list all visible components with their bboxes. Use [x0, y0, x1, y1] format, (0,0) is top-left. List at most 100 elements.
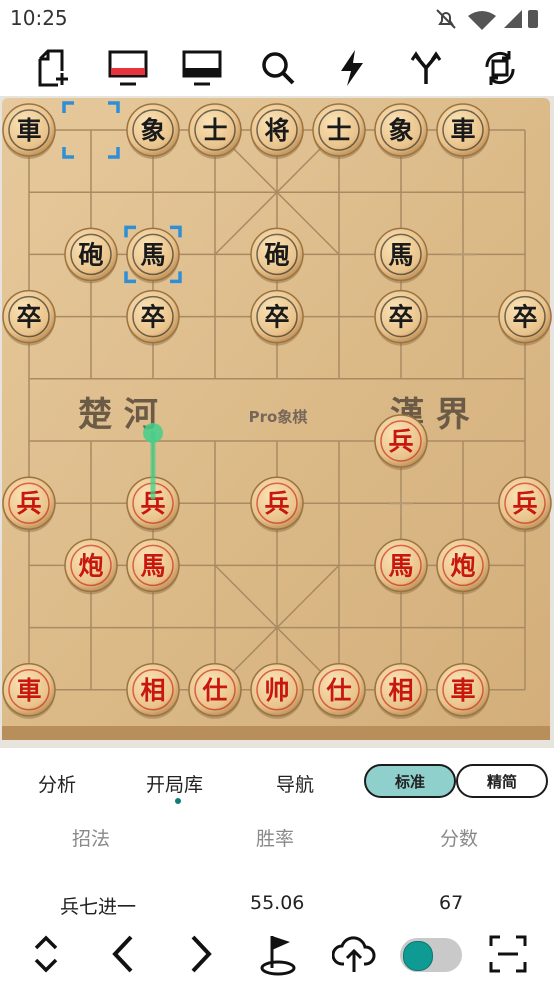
red-piece[interactable]: 馬 [374, 538, 428, 595]
piece-label: 仕 [201, 676, 227, 705]
red-piece[interactable]: 相 [374, 663, 428, 719]
piece-label: 仕 [325, 676, 351, 705]
piece-label: 士 [326, 116, 351, 145]
active-tab-indicator [175, 798, 181, 804]
black-piece[interactable]: 卒 [250, 289, 304, 346]
status-time: 10:25 [10, 6, 68, 30]
piece-label: 卒 [16, 303, 41, 332]
black-piece[interactable]: 車 [436, 103, 490, 159]
piece-label: 車 [16, 116, 41, 145]
search-icon[interactable] [256, 46, 300, 90]
piece-label: 兵 [512, 489, 537, 518]
standard-button[interactable]: 标准 [364, 764, 456, 798]
piece-label: 馬 [140, 551, 165, 580]
toolbar [0, 40, 554, 92]
move-cell: 兵七进一 [60, 896, 137, 918]
branch-icon[interactable] [404, 46, 448, 90]
chess-board[interactable]: 楚 河 Pro象棋 漢 界 車象士将士象車砲馬砲馬卒卒卒卒卒兵兵兵兵兵炮馬馬炮車… [0, 96, 554, 748]
piece-label: 卒 [512, 303, 537, 332]
expand-collapse-icon[interactable] [22, 930, 70, 978]
piece-label: 兵 [388, 427, 413, 456]
red-piece[interactable]: 帅 [250, 663, 304, 719]
status-bar: 10:25 [0, 0, 554, 36]
column-header-score: 分数 [440, 828, 479, 850]
piece-label: 車 [450, 676, 475, 705]
black-piece[interactable]: 象 [374, 103, 428, 159]
red-piece[interactable]: 兵 [498, 476, 552, 533]
river-center-label: Pro象棋 [249, 408, 308, 426]
piece-label: 象 [140, 116, 165, 145]
black-piece[interactable]: 象 [126, 103, 180, 159]
red-piece[interactable]: 炮 [64, 538, 118, 595]
black-piece[interactable]: 卒 [2, 289, 56, 346]
red-piece[interactable]: 車 [436, 663, 490, 719]
next-icon[interactable] [176, 930, 224, 978]
black-piece[interactable]: 将 [250, 103, 304, 159]
piece-label: 卒 [140, 303, 165, 332]
tab-analysis[interactable]: 分析 [38, 770, 76, 797]
black-piece[interactable]: 士 [312, 103, 366, 159]
red-piece[interactable]: 相 [126, 663, 180, 719]
black-piece[interactable]: 砲 [64, 227, 118, 284]
upload-icon[interactable] [330, 930, 378, 978]
red-piece[interactable]: 車 [2, 663, 56, 719]
red-piece[interactable]: 馬 [126, 538, 180, 595]
battery-icon [528, 10, 538, 28]
piece-label: 相 [140, 676, 165, 705]
red-piece[interactable]: 兵 [2, 476, 56, 533]
red-side-icon[interactable] [106, 46, 150, 90]
black-piece[interactable]: 馬 [374, 227, 428, 284]
piece-label: 炮 [78, 551, 103, 580]
piece-label: 卒 [264, 303, 289, 332]
lightning-icon[interactable] [330, 46, 374, 90]
toggle-switch[interactable] [400, 938, 462, 972]
piece-label: 砲 [264, 240, 289, 269]
piece-label: 士 [202, 116, 227, 145]
black-piece[interactable]: 卒 [498, 289, 552, 346]
scan-icon[interactable] [484, 930, 532, 978]
black-side-icon[interactable] [180, 46, 224, 90]
piece-label: 卒 [388, 303, 413, 332]
black-piece[interactable]: 砲 [250, 227, 304, 284]
black-piece[interactable]: 卒 [126, 289, 180, 346]
red-piece[interactable]: 炮 [436, 538, 490, 595]
score-cell: 67 [439, 892, 464, 914]
column-header-winrate: 胜率 [256, 828, 295, 850]
bottom-bar [0, 920, 554, 985]
toggle-knob [403, 941, 433, 971]
wifi-icon [468, 11, 496, 30]
piece-label: 馬 [388, 551, 413, 580]
piece-label: 馬 [388, 240, 413, 269]
piece-label: 帅 [264, 676, 289, 705]
flip-board-icon[interactable] [478, 46, 522, 90]
piece-label: 兵 [16, 489, 41, 518]
piece-label: 車 [16, 676, 41, 705]
piece-label: 相 [388, 676, 413, 705]
tab-opening-book[interactable]: 开局库 [146, 770, 203, 797]
black-piece[interactable]: 士 [188, 103, 242, 159]
piece-label: 馬 [140, 240, 165, 269]
compact-button[interactable]: 精简 [456, 764, 548, 798]
status-icons [436, 9, 538, 30]
column-header-move: 招法 [72, 828, 111, 850]
piece-label: 象 [388, 116, 413, 145]
tab-navigation[interactable]: 导航 [276, 770, 314, 797]
new-game-icon[interactable] [30, 46, 74, 90]
piece-label: 炮 [450, 551, 475, 580]
red-piece[interactable]: 兵 [250, 476, 304, 533]
black-piece[interactable]: 卒 [374, 289, 428, 346]
piece-label: 兵 [264, 489, 289, 518]
prev-icon[interactable] [100, 930, 148, 978]
black-piece[interactable]: 馬 [126, 227, 180, 284]
signal-icon [504, 10, 522, 28]
flag-icon[interactable] [254, 930, 302, 978]
winrate-cell: 55.06 [250, 892, 305, 914]
black-piece[interactable]: 車 [2, 103, 56, 159]
red-piece[interactable]: 仕 [312, 663, 366, 719]
red-piece[interactable]: 兵 [374, 414, 428, 470]
mute-icon [436, 9, 456, 29]
piece-label: 砲 [78, 240, 103, 269]
piece-label: 将 [264, 116, 289, 145]
piece-label: 車 [450, 116, 475, 145]
red-piece[interactable]: 仕 [188, 663, 242, 719]
